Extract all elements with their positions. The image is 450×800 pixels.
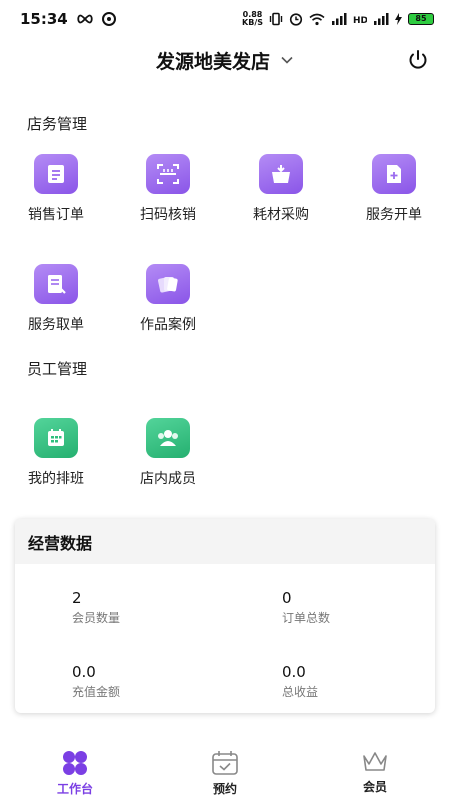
power-icon[interactable]	[406, 48, 430, 72]
stat-label: 充值金额	[72, 685, 121, 699]
svg-text:HD: HD	[353, 16, 367, 25]
store-section-title: 店务管理	[27, 115, 88, 133]
business-data-title: 经营数据	[15, 519, 435, 564]
my-schedule-button[interactable]: 我的排班	[6, 418, 106, 488]
portfolio-cases-label: 作品案例	[140, 317, 196, 333]
stat-value: 0.0	[72, 663, 96, 681]
business-data-card: 经营数据 2 会员数量 0 订单总数 0.0 充值金额 0.0 总收益	[15, 519, 435, 713]
service-open-label: 服务开单	[366, 207, 422, 223]
service-pickup-button[interactable]: 服务取单	[6, 264, 106, 334]
my-schedule-label: 我的排班	[28, 471, 84, 487]
status-right: 0.88 KB/S HD 85	[242, 11, 434, 27]
staff-section-title: 员工管理	[27, 360, 88, 378]
stat-order-total: 0 订单总数	[282, 589, 432, 626]
stat-label: 总收益	[282, 685, 319, 699]
stat-label: 订单总数	[282, 611, 331, 625]
stat-total-revenue: 0.0 总收益	[282, 663, 432, 700]
tab-workbench-label: 工作台	[56, 782, 93, 796]
tab-workbench[interactable]: 工作台	[0, 740, 150, 800]
store-members-button[interactable]: 店内成员	[118, 418, 218, 488]
signal-icon-1	[332, 13, 347, 25]
alarm-icon	[289, 13, 303, 26]
hd-icon: HD	[353, 16, 367, 25]
network-speed: 0.88 KB/S	[242, 11, 263, 27]
status-bar: 15:34 0.88 KB/S HD 85	[0, 0, 450, 38]
charging-icon	[395, 13, 402, 25]
scan-verify-label: 扫码核销	[140, 207, 196, 223]
scan-verify-button[interactable]: 扫码核销	[118, 154, 218, 224]
calendar-icon	[34, 418, 78, 458]
vibrate-icon	[269, 12, 283, 26]
service-open-button[interactable]: 服务开单	[344, 154, 444, 224]
sales-order-label: 销售订单	[28, 207, 84, 223]
bottom-tab-bar: 工作台 预约 会员	[0, 740, 450, 800]
stat-value: 0.0	[282, 663, 306, 681]
status-time: 15:34	[20, 10, 68, 28]
store-name[interactable]: 发源地美发店	[156, 47, 270, 74]
photo-stack-icon	[146, 264, 190, 304]
wifi-icon	[309, 13, 325, 25]
tab-appointment-label: 预约	[212, 782, 237, 796]
supplies-purchase-label: 耗材采购	[253, 207, 309, 223]
tab-appointment[interactable]: 预约	[150, 740, 300, 800]
infinity-icon	[77, 14, 93, 24]
sales-order-button[interactable]: 销售订单	[6, 154, 106, 224]
title-bar: 发源地美发店	[0, 44, 450, 76]
team-icon	[146, 418, 190, 458]
document-list-icon	[34, 154, 78, 194]
stat-member-count: 2 会员数量	[72, 589, 222, 626]
stat-value: 0	[282, 589, 292, 607]
supplies-purchase-button[interactable]: 耗材采购	[231, 154, 331, 224]
network-speed-unit: KB/S	[242, 18, 263, 27]
dashboard-icon	[63, 751, 87, 775]
signal-icon-2	[374, 13, 389, 25]
stat-label: 会员数量	[72, 611, 121, 625]
basket-icon	[259, 154, 303, 194]
tab-member[interactable]: 会员	[300, 740, 450, 800]
tab-member-label: 会员	[362, 780, 387, 794]
chevron-down-icon[interactable]	[280, 53, 294, 67]
crown-icon	[363, 752, 387, 771]
stat-recharge-amount: 0.0 充值金额	[72, 663, 222, 700]
calendar-check-icon	[212, 751, 238, 775]
store-members-label: 店内成员	[140, 471, 196, 487]
receipt-icon	[34, 264, 78, 304]
scan-icon	[146, 154, 190, 194]
stat-value: 2	[72, 589, 82, 607]
battery-icon: 85	[408, 13, 434, 25]
portfolio-cases-button[interactable]: 作品案例	[118, 264, 218, 334]
add-document-icon	[372, 154, 416, 194]
app-notification-icon	[101, 12, 116, 26]
status-left: 15:34	[20, 10, 116, 28]
service-pickup-label: 服务取单	[28, 317, 84, 333]
